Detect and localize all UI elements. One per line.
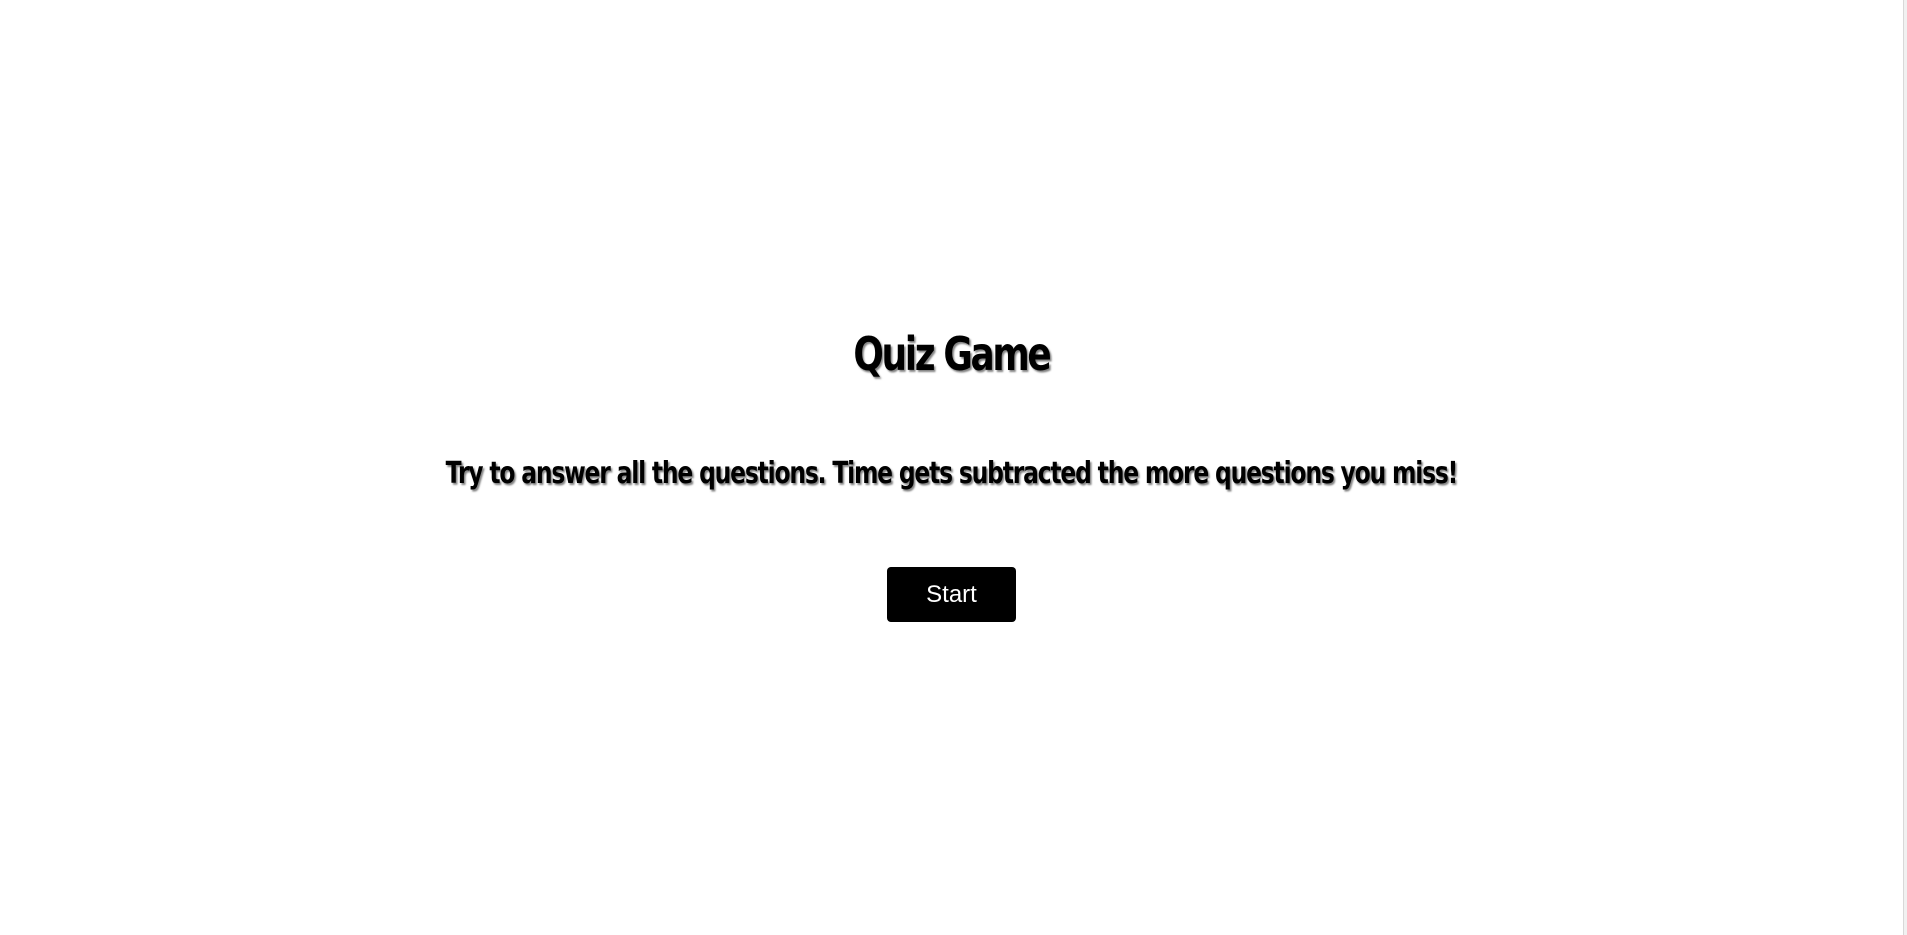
page-title: Quiz Game [853,327,1051,381]
quiz-start-screen: Quiz Game Try to answer all the question… [0,0,1903,935]
start-button[interactable]: Start [887,567,1016,622]
quiz-instructions: Try to answer all the questions. Time ge… [445,456,1459,491]
scrollbar[interactable] [1903,0,1907,935]
